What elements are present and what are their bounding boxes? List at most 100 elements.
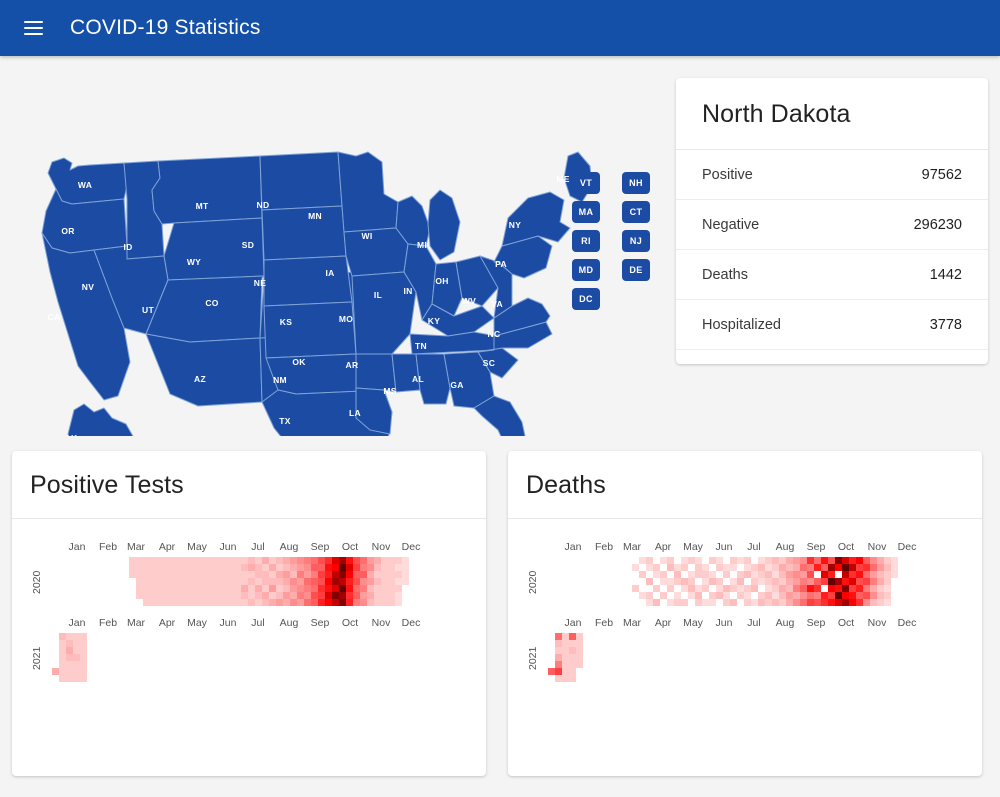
heatmap-cell[interactable] xyxy=(821,578,828,585)
heatmap-cell[interactable] xyxy=(339,585,346,592)
heatmap-cell[interactable] xyxy=(374,557,381,564)
heatmap-cell[interactable] xyxy=(891,675,898,682)
heatmap-cell[interactable] xyxy=(227,647,234,654)
heatmap-cell[interactable] xyxy=(898,668,905,675)
heatmap-cell[interactable] xyxy=(905,675,912,682)
heatmap-cell[interactable] xyxy=(646,633,653,640)
heatmap-cell[interactable] xyxy=(674,661,681,668)
heatmap-cell[interactable] xyxy=(353,571,360,578)
heatmap-cell[interactable] xyxy=(863,578,870,585)
heatmap-cell[interactable] xyxy=(73,592,80,599)
heatmap-cell[interactable] xyxy=(80,578,87,585)
heatmap-cell[interactable] xyxy=(646,668,653,675)
heatmap-cell[interactable] xyxy=(716,633,723,640)
heatmap-cell[interactable] xyxy=(171,647,178,654)
heatmap-cell[interactable] xyxy=(807,647,814,654)
heatmap-cell[interactable] xyxy=(576,592,583,599)
heatmap-cell[interactable] xyxy=(877,592,884,599)
heatmap-cell[interactable] xyxy=(248,633,255,640)
heatmap-cell[interactable] xyxy=(353,599,360,606)
heatmap-cell[interactable] xyxy=(583,633,590,640)
heatmap-cell[interactable] xyxy=(52,661,59,668)
heatmap-cell[interactable] xyxy=(276,647,283,654)
heatmap-cell[interactable] xyxy=(891,599,898,606)
heatmap-cell[interactable] xyxy=(402,592,409,599)
heatmap-cell[interactable] xyxy=(80,564,87,571)
heatmap-cell[interactable] xyxy=(555,585,562,592)
heatmap-cell[interactable] xyxy=(807,661,814,668)
heatmap-cell[interactable] xyxy=(772,668,779,675)
heatmap-cell[interactable] xyxy=(346,640,353,647)
heatmap-cell[interactable] xyxy=(695,668,702,675)
heatmap-cell[interactable] xyxy=(171,557,178,564)
heatmap-cell[interactable] xyxy=(590,571,597,578)
heatmap-cell[interactable] xyxy=(66,557,73,564)
heatmap-cell[interactable] xyxy=(269,592,276,599)
heatmap-cell[interactable] xyxy=(611,647,618,654)
heatmap-cell[interactable] xyxy=(611,599,618,606)
heatmap-cell[interactable] xyxy=(765,661,772,668)
heatmap-cell[interactable] xyxy=(381,675,388,682)
heatmap-cell[interactable] xyxy=(709,599,716,606)
heatmap-cell[interactable] xyxy=(723,647,730,654)
heatmap-cell[interactable] xyxy=(625,585,632,592)
heatmap-cell[interactable] xyxy=(164,654,171,661)
heatmap-cell[interactable] xyxy=(709,647,716,654)
heatmap-cell[interactable] xyxy=(248,557,255,564)
heatmap-cell[interactable] xyxy=(814,661,821,668)
heatmap-cell[interactable] xyxy=(688,557,695,564)
heatmap-cell[interactable] xyxy=(402,557,409,564)
heatmap-cell[interactable] xyxy=(346,571,353,578)
heatmap-cell[interactable] xyxy=(597,654,604,661)
heatmap-cell[interactable] xyxy=(353,564,360,571)
heatmap-cell[interactable] xyxy=(898,578,905,585)
heatmap-cell[interactable] xyxy=(835,592,842,599)
heatmap-cell[interactable] xyxy=(157,599,164,606)
heatmap-cell[interactable] xyxy=(744,571,751,578)
heatmap-cell[interactable] xyxy=(206,668,213,675)
heatmap-cell[interactable] xyxy=(723,585,730,592)
heatmap-cell[interactable] xyxy=(555,592,562,599)
heatmap-cell[interactable] xyxy=(744,599,751,606)
heatmap-cell[interactable] xyxy=(150,640,157,647)
heatmap-cell[interactable] xyxy=(905,647,912,654)
heatmap-cell[interactable] xyxy=(772,571,779,578)
heatmap-cell[interactable] xyxy=(569,675,576,682)
heatmap-cell[interactable] xyxy=(115,557,122,564)
heatmap-cell[interactable] xyxy=(269,668,276,675)
heatmap-cell[interactable] xyxy=(360,633,367,640)
heatmap-cell[interactable] xyxy=(346,647,353,654)
heatmap-cell[interactable] xyxy=(80,640,87,647)
us-map-svg[interactable]: WA OR CA NV ID MT WY UT AZ CO NM ND SD N… xyxy=(12,66,652,436)
heatmap-cell[interactable] xyxy=(548,647,555,654)
heatmap-cell[interactable] xyxy=(276,571,283,578)
heatmap-cell[interactable] xyxy=(884,675,891,682)
heatmap-cell[interactable] xyxy=(136,668,143,675)
heatmap-cell[interactable] xyxy=(793,592,800,599)
heatmap-cell[interactable] xyxy=(353,675,360,682)
heatmap-cell[interactable] xyxy=(618,675,625,682)
heatmap-cell[interactable] xyxy=(297,633,304,640)
heatmap-cell[interactable] xyxy=(339,640,346,647)
heatmap-cell[interactable] xyxy=(828,564,835,571)
heatmap-cell[interactable] xyxy=(129,578,136,585)
heatmap-cell[interactable] xyxy=(115,640,122,647)
heatmap-cell[interactable] xyxy=(164,557,171,564)
heatmap-cell[interactable] xyxy=(625,633,632,640)
heatmap-cell[interactable] xyxy=(234,647,241,654)
heatmap-cell[interactable] xyxy=(122,633,129,640)
heatmap-cell[interactable] xyxy=(66,599,73,606)
heatmap-grid[interactable] xyxy=(548,633,919,682)
heatmap-cell[interactable] xyxy=(716,571,723,578)
heatmap-cell[interactable] xyxy=(185,557,192,564)
heatmap-cell[interactable] xyxy=(625,599,632,606)
heatmap-cell[interactable] xyxy=(632,585,639,592)
heatmap-cell[interactable] xyxy=(625,571,632,578)
heatmap-cell[interactable] xyxy=(402,585,409,592)
heatmap-cell[interactable] xyxy=(325,661,332,668)
heatmap-cell[interactable] xyxy=(360,661,367,668)
heatmap-cell[interactable] xyxy=(409,578,416,585)
heatmap-cell[interactable] xyxy=(185,592,192,599)
heatmap-cell[interactable] xyxy=(262,661,269,668)
heatmap-cell[interactable] xyxy=(178,668,185,675)
